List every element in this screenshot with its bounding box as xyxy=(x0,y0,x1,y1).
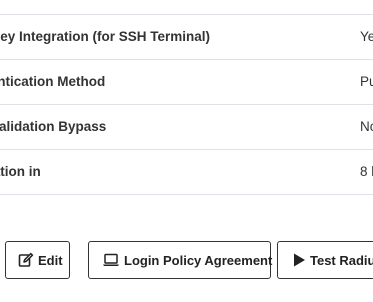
details-table: SSH Key Integration (for SSH Terminal) Y… xyxy=(0,14,373,195)
action-bar: Edit Login Policy Agreement Test Radius xyxy=(0,241,373,281)
detail-value: No xyxy=(360,119,373,134)
detail-label: MFA Validation Bypass xyxy=(0,119,107,134)
detail-row-ssh-key-integration: SSH Key Integration (for SSH Terminal) Y… xyxy=(0,14,373,59)
detail-row-authentication-method: Authentication Method Pu xyxy=(0,59,373,104)
detail-value: Yes xyxy=(360,29,373,44)
detail-label: SSH Key Integration (for SSH Terminal) xyxy=(0,29,211,44)
detail-value: Pu xyxy=(360,74,373,89)
detail-row-expiration: Expiration in 8 h xyxy=(0,149,373,195)
detail-label: Expiration in xyxy=(0,164,41,179)
detail-row-mfa-validation-bypass: MFA Validation Bypass No xyxy=(0,104,373,149)
edit-icon xyxy=(18,252,34,268)
test-radius-label: Test Radius xyxy=(310,252,373,268)
edit-button-label: Edit xyxy=(38,252,63,268)
viewport: SSH Key Integration (for SSH Terminal) Y… xyxy=(0,0,373,302)
edit-button[interactable]: Edit xyxy=(5,241,70,279)
detail-label: Authentication Method xyxy=(0,74,106,89)
login-policy-agreement-button[interactable]: Login Policy Agreement xyxy=(88,241,273,279)
login-policy-agreement-label: Login Policy Agreement xyxy=(124,252,273,268)
test-radius-button[interactable]: Test Radius xyxy=(277,241,373,279)
play-icon xyxy=(292,252,306,268)
detail-value: 8 h xyxy=(360,164,373,179)
laptop-icon xyxy=(102,252,120,268)
